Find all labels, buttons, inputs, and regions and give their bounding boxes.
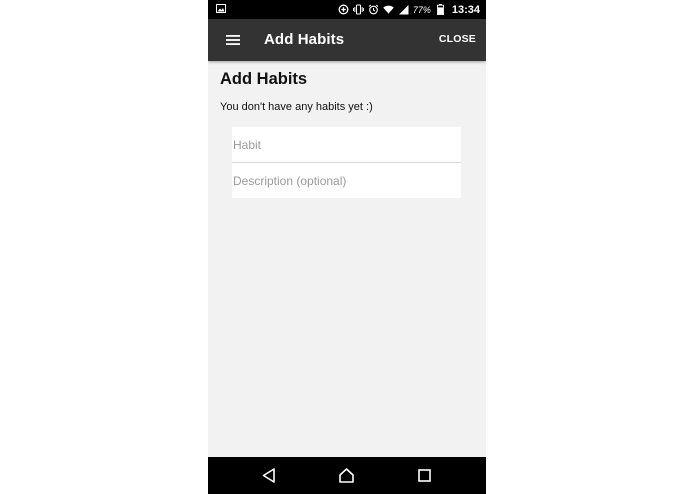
system-nav-bar (208, 457, 486, 494)
wifi-icon (383, 4, 394, 15)
app-bar-title: Add Habits (264, 31, 345, 48)
alarm-icon (368, 4, 379, 15)
battery-percent: 77% (412, 4, 431, 15)
menu-icon[interactable] (225, 32, 241, 48)
page-title: Add Habits (220, 70, 308, 88)
app-bar: Add Habits CLOSE (208, 19, 486, 61)
data-saver-icon (338, 4, 349, 15)
recents-icon[interactable] (416, 467, 433, 484)
close-button[interactable]: CLOSE (439, 33, 476, 45)
battery-icon (435, 4, 446, 15)
image-icon (216, 4, 226, 13)
habit-input[interactable] (232, 127, 461, 162)
home-icon[interactable] (338, 467, 355, 484)
signal-icon (398, 4, 409, 15)
status-bar: 77% 13:34 (208, 0, 486, 19)
vibrate-icon (352, 4, 364, 15)
empty-state-message: You don't have any habits yet :) (220, 101, 373, 113)
clock: 13:34 (451, 3, 480, 16)
back-icon[interactable] (261, 467, 278, 484)
status-icons: 77% 13:34 (338, 2, 480, 17)
phone-screen: 77% 13:34 Add Habits CLOSE Add Habits Yo… (208, 0, 486, 494)
add-habit-form (232, 127, 461, 198)
description-input[interactable] (232, 163, 461, 198)
